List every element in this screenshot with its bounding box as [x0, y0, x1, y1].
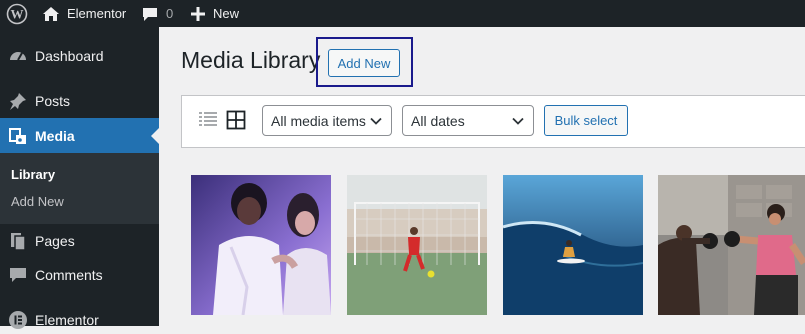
date-filter-value: All dates — [411, 112, 465, 129]
pages-icon — [11, 233, 26, 251]
sidebar-item-comments[interactable]: Comments — [0, 261, 159, 289]
bulk-select-button[interactable]: Bulk select — [544, 105, 628, 136]
media-icon — [9, 127, 26, 144]
sidebar-item-elementor[interactable]: Elementor — [0, 306, 159, 334]
media-thumbnail-image — [347, 175, 487, 315]
media-thumbnail-image — [658, 175, 805, 315]
sidebar-item-media[interactable]: Media — [0, 118, 159, 153]
sidebar-item-pages[interactable]: Pages — [0, 227, 159, 255]
admin-bar: W Elementor 0 New — [0, 0, 805, 27]
plus-icon — [191, 6, 205, 21]
dashboard-icon — [10, 52, 26, 61]
add-new-button[interactable]: Add New — [328, 49, 400, 77]
sidebar-item-posts[interactable]: Posts — [0, 86, 159, 116]
admin-sidebar: Dashboard Posts Media Library Add New Pa… — [0, 27, 159, 329]
chevron-down-icon — [512, 117, 524, 125]
main-content: Media Library Add New All media items Al… — [159, 27, 805, 326]
svg-text:W: W — [11, 6, 24, 21]
current-menu-arrow-icon — [151, 128, 159, 144]
list-view-icon[interactable] — [198, 110, 218, 130]
media-toolbar: All media items All dates Bulk select — [181, 95, 805, 148]
site-home-link[interactable]: Elementor — [42, 0, 126, 27]
media-type-filter-value: All media items — [271, 112, 366, 129]
media-thumbnail[interactable] — [503, 175, 643, 315]
submenu-item-add-new[interactable]: Add New — [11, 194, 64, 209]
media-type-filter[interactable]: All media items — [262, 105, 392, 136]
comment-bubble-icon — [143, 7, 157, 21]
site-name: Elementor — [67, 6, 127, 21]
media-thumbnail-image — [191, 175, 331, 315]
pin-icon — [10, 93, 26, 110]
comments-link[interactable]: 0 — [142, 0, 173, 27]
comments-count: 0 — [166, 6, 174, 21]
grid-view-icon[interactable] — [226, 110, 246, 130]
date-filter[interactable]: All dates — [402, 105, 534, 136]
sidebar-item-dashboard[interactable]: Dashboard — [0, 41, 159, 71]
comments-icon — [10, 268, 26, 282]
elementor-icon — [9, 311, 27, 329]
media-submenu: Library Add New — [0, 153, 159, 224]
wordpress-logo-icon[interactable]: W — [6, 0, 28, 27]
new-label: New — [213, 6, 240, 21]
new-content-link[interactable]: New — [191, 0, 239, 27]
media-thumbnail[interactable] — [191, 175, 331, 315]
media-thumbnail[interactable] — [347, 175, 487, 315]
page-title: Media Library — [181, 47, 321, 73]
home-icon — [43, 6, 59, 21]
media-thumbnail-image — [503, 175, 643, 315]
submenu-item-library[interactable]: Library — [11, 167, 55, 182]
media-thumbnail[interactable] — [658, 175, 805, 315]
chevron-down-icon — [370, 117, 382, 125]
